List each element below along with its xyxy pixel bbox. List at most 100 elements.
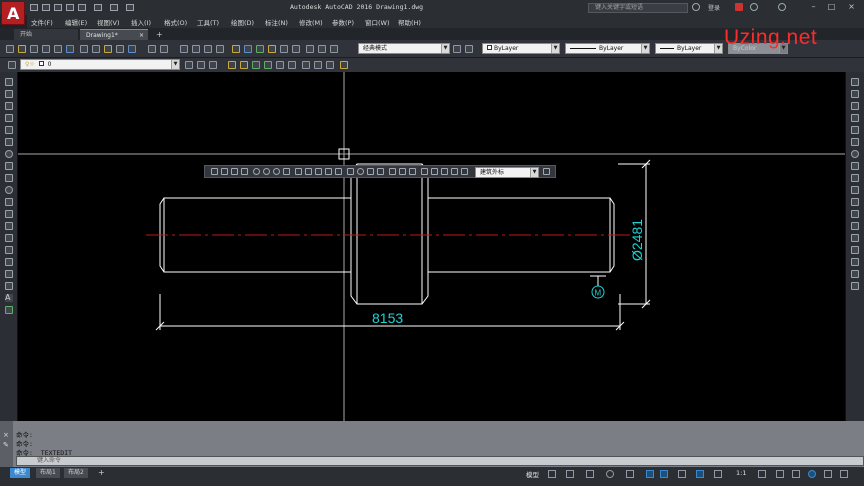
layer-off-icon[interactable] [264, 61, 272, 69]
inspection-icon[interactable] [367, 168, 374, 175]
menu-parametric[interactable]: 参数(P) [332, 17, 354, 27]
make-current-layer-icon[interactable] [185, 61, 193, 69]
customization-icon[interactable] [840, 470, 848, 478]
layout-tab-model[interactable]: 模型 [10, 468, 31, 478]
layer-merge-icon[interactable] [314, 61, 322, 69]
text-style-icon[interactable] [318, 45, 326, 53]
menu-format[interactable]: 格式(O) [164, 17, 187, 27]
zoom-realtime-icon[interactable] [192, 45, 200, 53]
markup-icon[interactable] [280, 45, 288, 53]
dim-break-icon[interactable] [335, 168, 342, 175]
fillet-icon[interactable] [851, 258, 859, 266]
move-icon[interactable] [851, 138, 859, 146]
snap-icon[interactable] [566, 470, 574, 478]
maximize-button[interactable]: □ [826, 3, 837, 12]
command-input[interactable]: 键入命令 [16, 456, 864, 466]
grid-icon[interactable] [548, 470, 556, 478]
multiline-text-icon[interactable]: A [5, 294, 13, 302]
menu-view[interactable]: 视图(V) [97, 17, 120, 27]
circle-icon[interactable] [5, 150, 13, 158]
drawing-canvas[interactable]: 8153 Ø2481 M 建筑外标 ▼ [18, 72, 845, 421]
scale-icon[interactable] [851, 162, 859, 170]
new-tab-button[interactable]: + [150, 29, 163, 40]
revision-cloud-icon[interactable] [5, 162, 13, 170]
explode-icon[interactable] [851, 282, 859, 290]
stretch-icon[interactable] [851, 174, 859, 182]
chamfer-icon[interactable] [851, 246, 859, 254]
auto-scale-icon[interactable] [714, 470, 722, 478]
properties-icon[interactable] [232, 45, 240, 53]
menu-insert[interactable]: 插入(I) [131, 17, 151, 27]
layer-walk-icon[interactable] [302, 61, 310, 69]
layer-unisolate-icon[interactable] [240, 61, 248, 69]
menu-window[interactable]: 窗口(W) [365, 17, 390, 27]
dim-text-edit-icon[interactable] [399, 168, 406, 175]
dimstyle-dropdown[interactable]: 建筑外标 ▼ [475, 167, 539, 178]
tool-palettes-icon[interactable] [256, 45, 264, 53]
zoom-window-icon[interactable] [204, 45, 212, 53]
radius-dim-icon[interactable] [253, 168, 260, 175]
text-angle-icon[interactable] [431, 168, 438, 175]
layer-freeze-icon[interactable] [252, 61, 260, 69]
menu-modify[interactable]: 修改(M) [299, 17, 323, 27]
mirror-icon[interactable] [851, 102, 859, 110]
extend-icon[interactable] [851, 198, 859, 206]
settings-icon[interactable]: ✎ [3, 441, 9, 449]
ellipse-icon[interactable] [5, 186, 13, 194]
user-icon[interactable] [750, 3, 758, 11]
menu-tools[interactable]: 工具(T) [197, 17, 219, 27]
new-file-icon[interactable] [30, 4, 38, 11]
model-space-button[interactable]: 模型 [526, 469, 539, 479]
gradient-icon[interactable] [5, 258, 13, 266]
layer-lock-icon[interactable] [276, 61, 284, 69]
new-icon[interactable] [6, 45, 14, 53]
dim-style-icon[interactable] [330, 45, 338, 53]
linear-dim-icon[interactable] [211, 168, 218, 175]
tolerance-icon[interactable] [347, 168, 354, 175]
paste-icon[interactable] [104, 45, 112, 53]
layout-tab-layout1[interactable]: 布局1 [36, 468, 60, 478]
block-editor-icon[interactable] [128, 45, 136, 53]
sign-in-button[interactable]: 登录 [708, 3, 720, 12]
customize-qat-icon[interactable] [126, 4, 134, 11]
search-icon[interactable] [692, 3, 700, 11]
dimstyle-manager-icon[interactable] [543, 168, 550, 175]
table-icon[interactable] [5, 282, 13, 290]
minimize-button[interactable]: – [808, 3, 819, 12]
workspace-switching-icon[interactable] [758, 470, 766, 478]
oblique-icon[interactable] [421, 168, 428, 175]
sheet-set-icon[interactable] [268, 45, 276, 53]
color-dropdown[interactable]: ByLayer ▼ [482, 43, 560, 54]
plot-icon[interactable] [42, 45, 50, 53]
add-layout-button[interactable]: + [94, 468, 109, 478]
layer-dropdown[interactable]: ♀☼ 0 ▼ [20, 59, 180, 70]
polygon-icon[interactable] [5, 114, 13, 122]
erase-icon[interactable] [851, 78, 859, 86]
arc-length-dim-icon[interactable] [231, 168, 238, 175]
menu-edit[interactable]: 编辑(E) [65, 17, 87, 27]
app-menu-button[interactable]: A [1, 1, 25, 25]
blend-curves-icon[interactable] [851, 270, 859, 278]
linetype-dropdown[interactable]: ByLayer ▼ [565, 43, 650, 54]
cut-icon[interactable] [80, 45, 88, 53]
open-icon[interactable] [18, 45, 26, 53]
offset-icon[interactable] [851, 114, 859, 122]
join-icon[interactable] [851, 234, 859, 242]
help-search-input[interactable]: 键入关键字或短语 [588, 3, 688, 13]
dim-update-icon[interactable] [409, 168, 416, 175]
array-icon[interactable] [851, 126, 859, 134]
dim-space-icon[interactable] [325, 168, 332, 175]
dim-edit-icon[interactable] [389, 168, 396, 175]
dim-center-justify-icon[interactable] [451, 168, 458, 175]
lineweight-dropdown[interactable]: ByLayer ▼ [655, 43, 723, 54]
redo-icon[interactable] [110, 4, 118, 11]
help-icon[interactable] [778, 3, 786, 11]
polyline-icon[interactable] [5, 102, 13, 110]
workspace-dropdown[interactable]: 经典模式 ▼ [358, 43, 450, 54]
print-icon[interactable] [78, 4, 86, 11]
pan-icon[interactable] [180, 45, 188, 53]
layer-delete-icon[interactable] [326, 61, 334, 69]
aligned-dim-icon[interactable] [221, 168, 228, 175]
save-as-icon[interactable] [66, 4, 74, 11]
tab-start[interactable]: 开始 [14, 29, 78, 40]
